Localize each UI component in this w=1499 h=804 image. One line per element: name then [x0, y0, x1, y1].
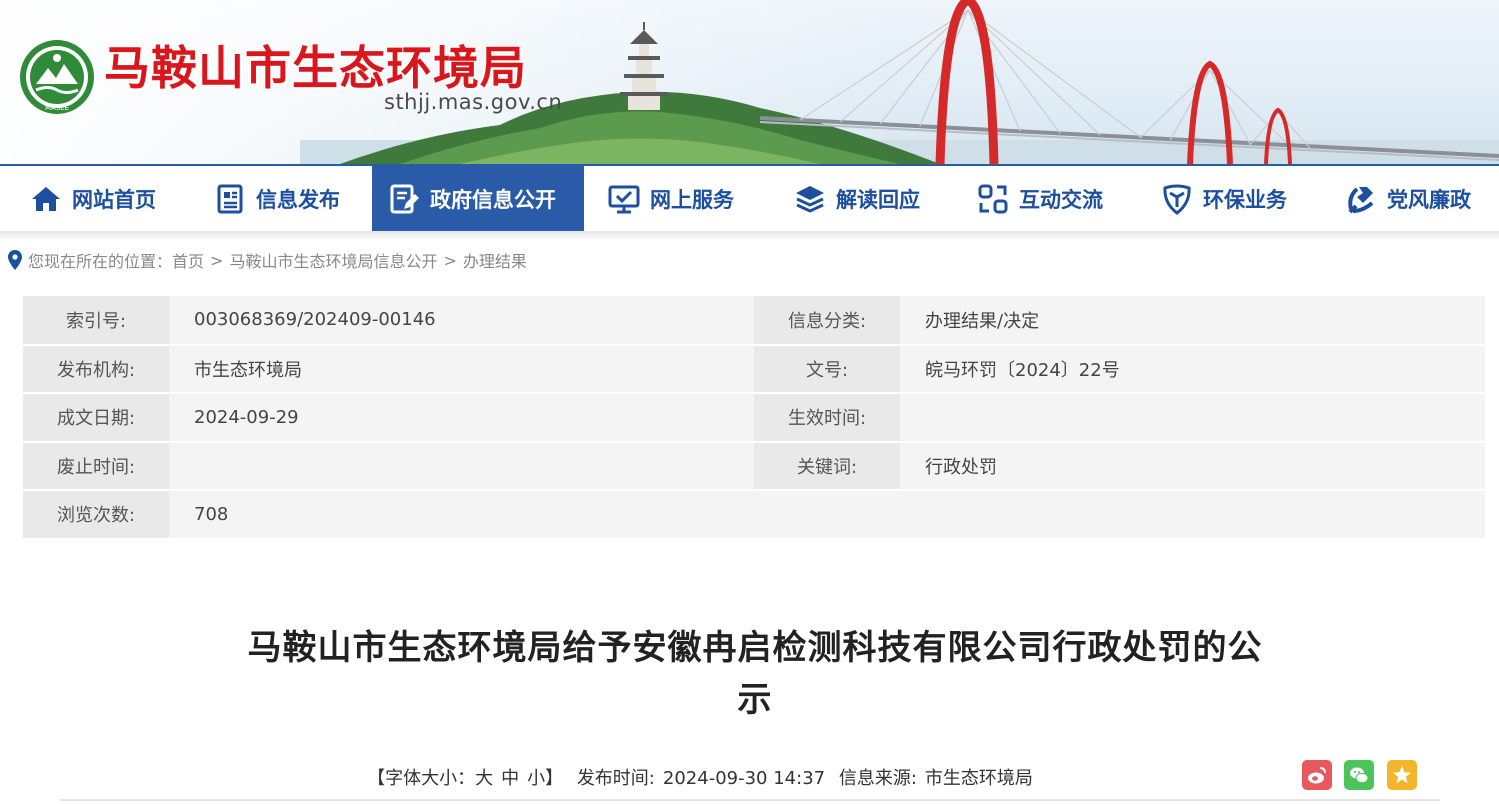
nav-label: 网站首页	[72, 187, 156, 212]
nav-item-online-service[interactable]: 网上服务	[608, 166, 734, 231]
divider	[60, 799, 1440, 801]
meta-value-keywords: 行政处罚	[900, 441, 1485, 491]
publish-time-label: 发布时间:	[576, 768, 655, 789]
weibo-icon	[1308, 767, 1326, 784]
nav-item-news[interactable]: 信息发布	[214, 166, 340, 231]
nav-label: 党风廉政	[1387, 187, 1471, 212]
font-size-suffix: 】	[545, 768, 564, 789]
location-pin-icon	[8, 250, 22, 270]
meta-key-publisher: 发布机构:	[23, 344, 169, 394]
breadcrumb-separator: >	[210, 250, 224, 270]
logo-text: MASEE	[45, 104, 69, 112]
nav-item-gov-info[interactable]: 政府信息公开	[372, 166, 584, 231]
header-banner: MASEE 马鞍山市生态环境局 sthjj.mas.gov.cn	[0, 0, 1499, 164]
nav-item-interpret[interactable]: 解读回应	[794, 166, 920, 231]
nav-item-party-integrity[interactable]: 党风廉政	[1345, 166, 1471, 231]
exchange-icon	[978, 184, 1008, 213]
font-size-prefix: 【字体大小：	[367, 768, 476, 789]
breadcrumb-separator: >	[443, 250, 457, 270]
nav-shadow	[0, 231, 1499, 239]
meta-value-expire	[169, 441, 754, 491]
monitor-check-icon	[608, 185, 640, 213]
meta-key-category: 信息分类:	[754, 296, 900, 346]
document-meta-table: 索引号: 003068369/202409-00146 信息分类: 办理结果/决…	[23, 296, 1485, 540]
meta-key-views: 浏览次数:	[23, 490, 169, 540]
article-title-line: 马鞍山市生态环境局给予安徽冉启检测科技有限公司行政处罚的公	[247, 628, 1263, 668]
table-row: 废止时间: 关键词: 行政处罚	[23, 441, 1485, 491]
site-url: sthjj.mas.gov.cn	[384, 90, 563, 114]
table-row: 发布机构: 市生态环境局 文号: 皖马环罚〔2024〕22号	[23, 344, 1485, 394]
meta-key-expire: 废止时间:	[23, 441, 169, 491]
nav-item-interaction[interactable]: 互动交流	[977, 166, 1103, 231]
meta-key-index: 索引号:	[23, 296, 169, 346]
meta-value-date: 2024-09-29	[169, 393, 754, 443]
main-nav: 网站首页 信息发布 政府信息公开 网上服务 解读回应 互动交流 环保业务 党风廉…	[0, 164, 1499, 231]
star-icon	[1393, 766, 1411, 784]
nav-label: 互动交流	[1019, 187, 1103, 212]
nav-item-home[interactable]: 网站首页	[30, 166, 156, 231]
meta-key-effective: 生效时间:	[754, 393, 900, 443]
meta-value-views: 708	[169, 490, 1485, 540]
source-value: 市生态环境局	[924, 768, 1033, 789]
article-title-line: 示	[737, 680, 773, 720]
layers-icon	[796, 185, 824, 213]
wechat-icon	[1350, 767, 1369, 784]
home-icon	[32, 186, 60, 211]
meta-value-effective	[900, 393, 1485, 443]
favorite-button[interactable]	[1387, 760, 1417, 790]
breadcrumb: 您现在所在的位置： 首页 > 马鞍山市生态环境局信息公开 > 办理结果	[8, 248, 527, 272]
breadcrumb-prefix: 您现在所在的位置：	[28, 252, 173, 271]
source-label: 信息来源:	[838, 768, 917, 789]
meta-value-publisher: 市生态环境局	[169, 344, 754, 394]
publish-time-value: 2024-09-30 14:37	[662, 768, 826, 789]
nav-label: 信息发布	[256, 187, 340, 212]
meta-key-date: 成文日期:	[23, 393, 169, 443]
font-small-button[interactable]: 小	[527, 768, 545, 789]
article-title: 马鞍山市生态环境局给予安徽冉启检测科技有限公司行政处罚的公 示	[200, 622, 1310, 726]
breadcrumb-link-info-public[interactable]: 马鞍山市生态环境局信息公开	[229, 248, 437, 272]
nav-label: 解读回应	[836, 187, 920, 212]
meta-key-doc-no: 文号:	[754, 344, 900, 394]
party-emblem-icon	[1348, 186, 1374, 213]
breadcrumb-link-results[interactable]: 办理结果	[463, 248, 527, 272]
font-large-button[interactable]: 大	[475, 768, 493, 789]
nav-label: 网上服务	[650, 187, 734, 212]
document-icon	[217, 184, 243, 213]
nav-label: 环保业务	[1203, 187, 1287, 212]
article-info-bar: 【字体大小：大中小】 发布时间: 2024-09-30 14:37 信息来源: 市生…	[0, 764, 1400, 790]
meta-value-doc-no: 皖马环罚〔2024〕22号	[900, 344, 1485, 394]
table-row: 成文日期: 2024-09-29 生效时间:	[23, 393, 1485, 443]
nav-item-env-business[interactable]: 环保业务	[1161, 166, 1287, 231]
font-medium-button[interactable]: 中	[501, 768, 519, 789]
table-row: 索引号: 003068369/202409-00146 信息分类: 办理结果/决…	[23, 296, 1485, 346]
nav-label: 政府信息公开	[430, 187, 556, 212]
meta-key-keywords: 关键词:	[754, 441, 900, 491]
edit-document-icon	[390, 184, 419, 213]
meta-value-index: 003068369/202409-00146	[169, 296, 754, 346]
masee-logo-icon: MASEE	[20, 40, 94, 114]
share-wechat-button[interactable]	[1344, 760, 1374, 790]
meta-value-category: 办理结果/决定	[900, 296, 1485, 346]
share-weibo-button[interactable]	[1302, 760, 1332, 790]
table-row: 浏览次数: 708	[23, 490, 1485, 540]
site-title: 马鞍山市生态环境局	[104, 41, 527, 95]
breadcrumb-link-home[interactable]: 首页	[172, 248, 204, 272]
leaf-shield-icon	[1163, 184, 1191, 215]
